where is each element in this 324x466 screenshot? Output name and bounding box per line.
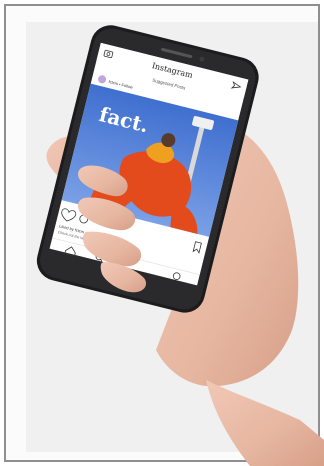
photo-background — [26, 22, 318, 452]
photo-frame — [4, 4, 320, 462]
